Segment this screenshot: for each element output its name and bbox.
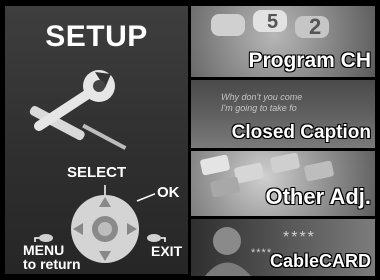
menu-item-label: Other Adj.	[265, 184, 371, 209]
password-stars-small: ****	[251, 247, 273, 259]
ok-label: OK	[157, 184, 180, 201]
password-stars: ****	[283, 229, 316, 246]
menu-item-label: Closed Caption	[231, 122, 371, 143]
menu-item-closed-caption[interactable]: Why don't you come I'm going to take fo …	[191, 80, 375, 148]
menu-item-label: Program CH	[248, 49, 371, 72]
menu-item-cablecard[interactable]: **** **** CableCARD	[191, 219, 375, 276]
setup-panel: SETUP SELECT OK MENU to return EXIT	[5, 6, 188, 274]
exit-label: EXIT	[151, 243, 183, 259]
page-title: SETUP	[45, 20, 148, 53]
wrench-screwdriver-icon	[29, 70, 127, 150]
menu-return-label: MENU to return	[23, 243, 81, 271]
svg-text:5: 5	[267, 11, 278, 33]
menu-item-program-ch[interactable]: 5 2 Program CH	[191, 6, 375, 77]
caption-line-1: Why don't you come	[221, 92, 303, 102]
caption-line-2: I'm going to take fo	[221, 103, 297, 113]
svg-text:2: 2	[309, 14, 321, 39]
menu-item-other-adj[interactable]: Other Adj.	[191, 151, 375, 216]
to-return-label: to return	[23, 256, 81, 272]
menu-item-label: CableCARD	[269, 251, 371, 271]
select-label: SELECT	[67, 164, 127, 181]
caption-sample-text: Why don't you come I'm going to take fo	[221, 92, 302, 114]
setup-screen: SETUP SELECT OK MENU to return EXIT 5 2 …	[0, 0, 380, 280]
